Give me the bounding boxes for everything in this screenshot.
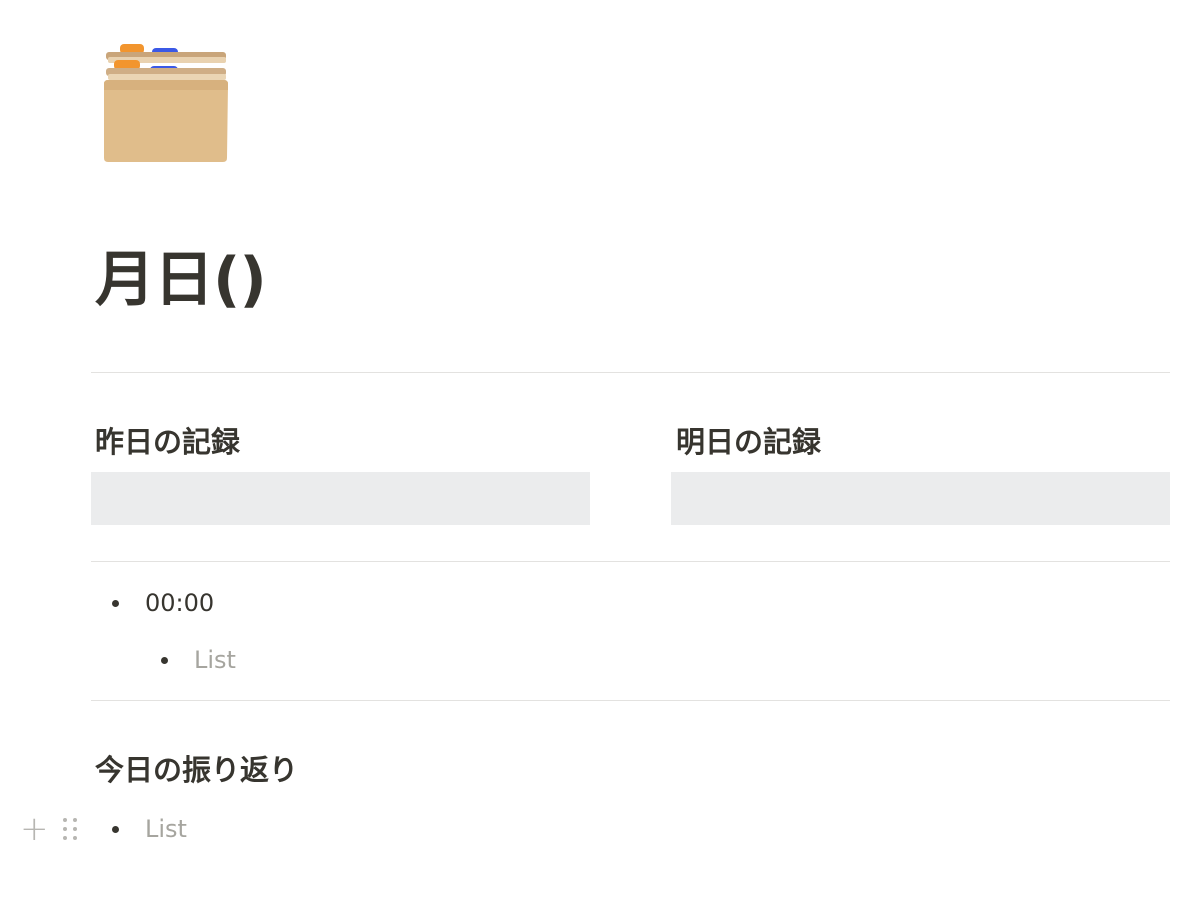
bullet-icon	[112, 599, 119, 607]
divider	[91, 561, 1170, 562]
bullet-icon	[161, 656, 168, 664]
page-title[interactable]: 月日()	[95, 236, 267, 324]
divider	[91, 700, 1170, 701]
heading-yesterday-record[interactable]: 昨日の記録	[95, 422, 240, 462]
list-item-placeholder[interactable]: List	[145, 809, 187, 849]
yesterday-record-embed[interactable]	[91, 472, 590, 525]
list-item-time-text[interactable]: 00:00	[145, 583, 214, 623]
list-item-sub[interactable]: List	[161, 640, 236, 680]
block-controls: +	[20, 812, 77, 846]
list-item-reflection[interactable]: List	[112, 809, 187, 849]
list-item-time[interactable]: 00:00	[112, 583, 214, 623]
divider	[91, 372, 1170, 373]
list-item-placeholder[interactable]: List	[194, 640, 236, 680]
drag-handle-icon[interactable]	[62, 818, 77, 840]
bullet-icon	[112, 825, 119, 833]
plus-icon[interactable]: +	[20, 812, 49, 846]
heading-tomorrow-record[interactable]: 明日の記録	[676, 422, 821, 462]
heading-today-reflection[interactable]: 今日の振り返り	[95, 750, 298, 790]
tomorrow-record-embed[interactable]	[671, 472, 1170, 525]
card-file-box-icon[interactable]	[100, 42, 230, 164]
